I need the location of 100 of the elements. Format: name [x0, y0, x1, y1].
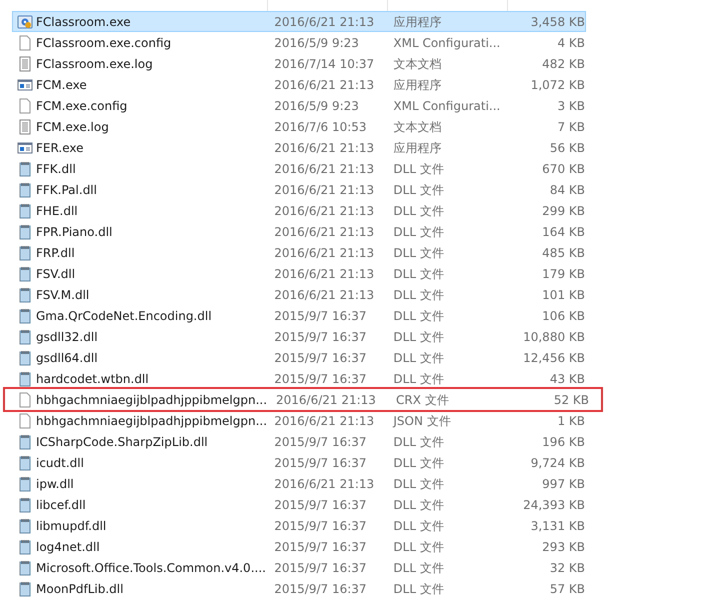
- file-row[interactable]: FCM.exe 2016/6/21 21:13 应用程序 1,072 KB: [12, 74, 586, 95]
- file-row[interactable]: FSV.M.dll 2016/6/21 21:13 DLL 文件 101 KB: [12, 284, 586, 305]
- file-name: log4net.dll: [36, 538, 101, 556]
- file-row[interactable]: icudt.dll 2015/9/7 16:37 DLL 文件 9,724 KB: [12, 452, 586, 473]
- file-type: 应用程序: [393, 14, 442, 30]
- file-row[interactable]: FSV.dll 2016/6/21 21:13 DLL 文件 179 KB: [12, 263, 586, 284]
- file-name: FHE.dll: [36, 202, 79, 220]
- dll-file-icon: [17, 182, 33, 198]
- file-size: 179 KB: [541, 266, 585, 282]
- file-row[interactable]: FClassroom.exe 2016/6/21 21:13 应用程序 3,458 KB: [12, 11, 586, 32]
- file-icon: [17, 98, 33, 114]
- file-type: 文本文档: [393, 56, 442, 72]
- file-size: 196 KB: [541, 434, 585, 450]
- file-type: DLL 文件: [393, 580, 445, 598]
- file-name: gsdll64.dll: [36, 350, 99, 366]
- file-row[interactable]: MoonPdfLib.dll 2015/9/7 16:37 DLL 文件 57 KB: [12, 578, 586, 599]
- modified-date: 2016/6/21 21:13: [274, 286, 376, 304]
- file-size: 1 KB: [556, 412, 585, 430]
- modified-date: 2015/9/7 16:37: [274, 350, 368, 366]
- file-size: 10,880 KB: [522, 328, 585, 346]
- file-name: gsdll32.dll: [36, 328, 99, 346]
- file-type: DLL 文件: [393, 434, 445, 450]
- file-row[interactable]: hardcodet.wtbn.dll 2015/9/7 16:37 DLL 文件 43 KB: [12, 368, 586, 389]
- file-row[interactable]: hbhgachmniaegijblpadhjppibmelgpn... 2016/6/21 21:13 CRX 文件 52 KB: [3, 387, 603, 412]
- file-row[interactable]: ipw.dll 2016/6/21 21:13 DLL 文件 997 KB: [12, 473, 586, 494]
- file-type: DLL 文件: [393, 160, 445, 178]
- dll-file-icon: [17, 286, 33, 302]
- modified-date: 2015/9/7 16:37: [274, 454, 368, 472]
- dll-file-icon: [17, 476, 33, 492]
- file-row[interactable]: gsdll64.dll 2015/9/7 16:37 DLL 文件 12,456 KB: [12, 347, 586, 368]
- modified-date: 2015/9/7 16:37: [274, 434, 368, 450]
- file-row[interactable]: FClassroom.exe.config 2016/5/9 9:23 XML Configurati... 4 KB: [12, 32, 586, 53]
- modified-date: 2016/5/9 9:23: [274, 34, 360, 52]
- file-name: FSV.dll: [36, 266, 76, 282]
- dll-file-icon: [17, 224, 33, 240]
- file-row[interactable]: FHE.dll 2016/6/21 21:13 DLL 文件 299 KB: [12, 200, 586, 221]
- file-type: DLL 文件: [393, 538, 445, 556]
- file-name: libcef.dll: [36, 496, 87, 514]
- dll-file-icon: [17, 350, 33, 366]
- file-type: DLL 文件: [393, 244, 445, 262]
- file-row[interactable]: libcef.dll 2015/9/7 16:37 DLL 文件 24,393 KB: [12, 494, 586, 515]
- file-row[interactable]: FPR.Piano.dll 2016/6/21 21:13 DLL 文件 164 KB: [12, 221, 586, 242]
- modified-date: 2016/6/21 21:13: [274, 140, 376, 156]
- dll-file-icon: [17, 560, 33, 576]
- file-name: FCM.exe: [36, 76, 88, 94]
- file-row[interactable]: FER.exe 2016/6/21 21:13 应用程序 56 KB: [12, 137, 586, 158]
- file-row[interactable]: Microsoft.Office.Tools.Common.v4.0.... 2015/9/7 16:37 DLL 文件 32 KB: [12, 557, 586, 578]
- modified-date: 2015/9/7 16:37: [274, 580, 368, 598]
- file-name: FClassroom.exe.log: [36, 56, 154, 72]
- file-type: DLL 文件: [393, 518, 445, 534]
- file-name: FClassroom.exe: [36, 14, 132, 30]
- modified-date: 2016/6/21 21:13: [274, 76, 376, 94]
- file-name: hbhgachmniaegijblpadhjppibmelgpn...: [36, 412, 268, 430]
- modified-date: 2016/6/21 21:13: [274, 182, 376, 198]
- file-name: FCM.exe.log: [36, 118, 110, 136]
- modified-date: 2015/9/7 16:37: [274, 308, 368, 324]
- file-name: FRP.dll: [36, 244, 76, 262]
- file-row[interactable]: ICSharpCode.SharpZipLib.dll 2015/9/7 16:37 DLL 文件 196 KB: [12, 431, 586, 452]
- dll-file-icon: [17, 308, 33, 324]
- file-row[interactable]: Gma.QrCodeNet.Encoding.dll 2015/9/7 16:37 DLL 文件 106 KB: [12, 305, 586, 326]
- file-row[interactable]: libmupdf.dll 2015/9/7 16:37 DLL 文件 3,131 KB: [12, 515, 586, 536]
- file-row[interactable]: FFK.Pal.dll 2016/6/21 21:13 DLL 文件 84 KB: [12, 179, 586, 200]
- file-name: ipw.dll: [36, 476, 75, 492]
- file-type: DLL 文件: [393, 350, 445, 366]
- modified-date: 2015/9/7 16:37: [274, 538, 368, 556]
- file-row[interactable]: FCM.exe.config 2016/5/9 9:23 XML Configurati... 3 KB: [12, 95, 586, 116]
- window-icon: [17, 140, 33, 156]
- file-type: DLL 文件: [393, 454, 445, 472]
- file-row[interactable]: FCM.exe.log 2016/7/6 10:53 文本文档 7 KB: [12, 116, 586, 137]
- file-row[interactable]: FFK.dll 2016/6/21 21:13 DLL 文件 670 KB: [12, 158, 586, 179]
- modified-date: 2016/6/21 21:13: [274, 476, 376, 492]
- file-name: hbhgachmniaegijblpadhjppibmelgpn...: [36, 392, 268, 408]
- file-size: 1,072 KB: [530, 76, 585, 94]
- file-size: 57 KB: [548, 580, 585, 598]
- file-row[interactable]: FRP.dll 2016/6/21 21:13 DLL 文件 485 KB: [12, 242, 586, 263]
- file-size: 52 KB: [552, 392, 589, 408]
- file-size: 43 KB: [548, 370, 585, 388]
- file-icon: [17, 392, 33, 408]
- file-row[interactable]: FClassroom.exe.log 2016/7/14 10:37 文本文档 482 KB: [12, 53, 586, 74]
- dll-file-icon: [17, 538, 33, 554]
- file-name: ICSharpCode.SharpZipLib.dll: [36, 434, 209, 450]
- file-type: DLL 文件: [393, 266, 445, 282]
- file-type: DLL 文件: [393, 224, 445, 240]
- modified-date: 2015/9/7 16:37: [274, 496, 368, 514]
- dll-file-icon: [17, 202, 33, 218]
- file-name: FPR.Piano.dll: [36, 224, 114, 240]
- file-type: XML Configurati...: [393, 98, 502, 114]
- file-type: CRX 文件: [396, 392, 450, 408]
- modified-date: 2016/7/14 10:37: [274, 56, 376, 72]
- file-type: DLL 文件: [393, 496, 445, 514]
- file-row[interactable]: gsdll32.dll 2015/9/7 16:37 DLL 文件 10,880 KB: [12, 326, 586, 347]
- file-name: libmupdf.dll: [36, 518, 108, 534]
- file-row[interactable]: hbhgachmniaegijblpadhjppibmelgpn... 2016/6/21 21:13 JSON 文件 1 KB: [12, 410, 586, 431]
- modified-date: 2015/9/7 16:37: [274, 370, 368, 388]
- modified-date: 2016/6/21 21:13: [274, 202, 376, 220]
- modified-date: 2016/5/9 9:23: [274, 98, 360, 114]
- file-type: DLL 文件: [393, 476, 445, 492]
- file-size: 9,724 KB: [530, 454, 585, 472]
- modified-date: 2016/6/21 21:13: [274, 266, 376, 282]
- file-row[interactable]: log4net.dll 2015/9/7 16:37 DLL 文件 293 KB: [12, 536, 586, 557]
